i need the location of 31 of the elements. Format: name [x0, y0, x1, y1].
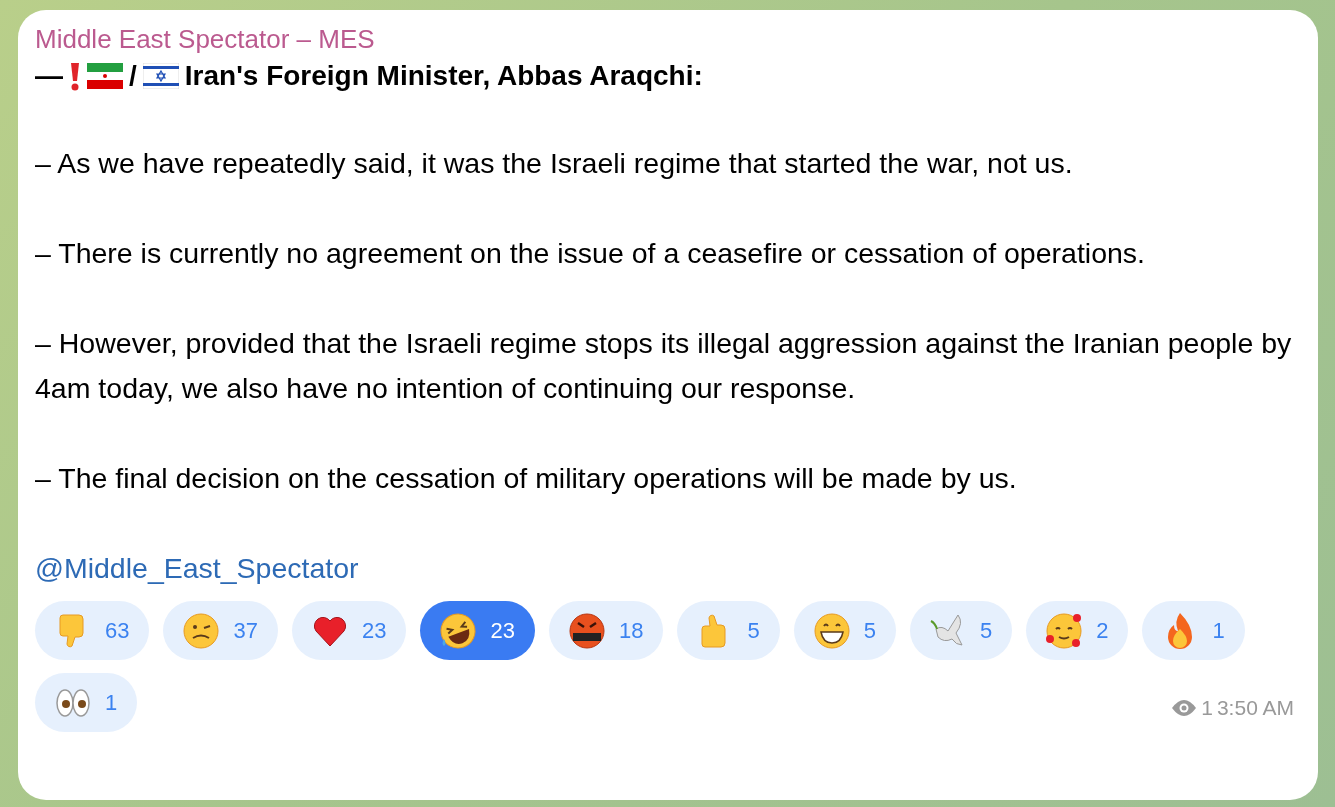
- reaction-button[interactable]: 23: [420, 601, 535, 660]
- message-time: 3:50 AM: [1216, 696, 1294, 720]
- reaction-button[interactable]: 1: [1142, 601, 1245, 660]
- reaction-button[interactable]: 5: [677, 601, 780, 660]
- channel-name[interactable]: Middle East Spectator – MES: [35, 22, 1294, 56]
- woozy-face-icon: [181, 610, 222, 651]
- iran-flag-icon: [87, 63, 123, 89]
- view-count: 1: [1201, 696, 1213, 720]
- reaction-button[interactable]: 5: [793, 601, 896, 660]
- message-title: Iran's Foreign Minister, Abbas Araqchi:: [184, 60, 703, 92]
- message-paragraph: – The final decision on the cessation of military operations will be made by us.: [35, 461, 1018, 496]
- reaction-button[interactable]: 2: [1026, 601, 1129, 660]
- message-paragraph: – However, provided that the Israeli regime stops its illegal aggression against the Iranian people by 4am today, we also have no intention of continuing our response.: [35, 326, 1293, 406]
- israel-flag-icon: [142, 63, 179, 89]
- laughing-face-icon: [438, 610, 479, 651]
- reaction-button[interactable]: 5: [909, 601, 1013, 660]
- reaction-button[interactable]: 63: [35, 601, 150, 660]
- reaction-button[interactable]: 37: [163, 601, 278, 660]
- reaction-button[interactable]: 23: [291, 601, 407, 660]
- channel-link[interactable]: @Middle_East_Spectator: [35, 546, 359, 591]
- grinning-face-icon: [811, 610, 852, 651]
- dash: —: [35, 60, 63, 92]
- reaction-button[interactable]: 18: [548, 601, 664, 660]
- message-paragraph: – There is currently no agreement on the issue of a ceasefire or cessation of operations.: [35, 236, 1146, 271]
- exclamation-icon: [69, 61, 81, 91]
- reaction-button[interactable]: 1: [35, 673, 138, 732]
- cursing-face-icon: [566, 610, 607, 651]
- smiling-face-with-hearts-icon: [1044, 610, 1085, 651]
- message-paragraph: – As we have repeatedly said, it was the Israeli regime that started the war, not us.: [35, 146, 1074, 181]
- separator: /: [129, 60, 137, 92]
- eye-icon: [1171, 699, 1198, 717]
